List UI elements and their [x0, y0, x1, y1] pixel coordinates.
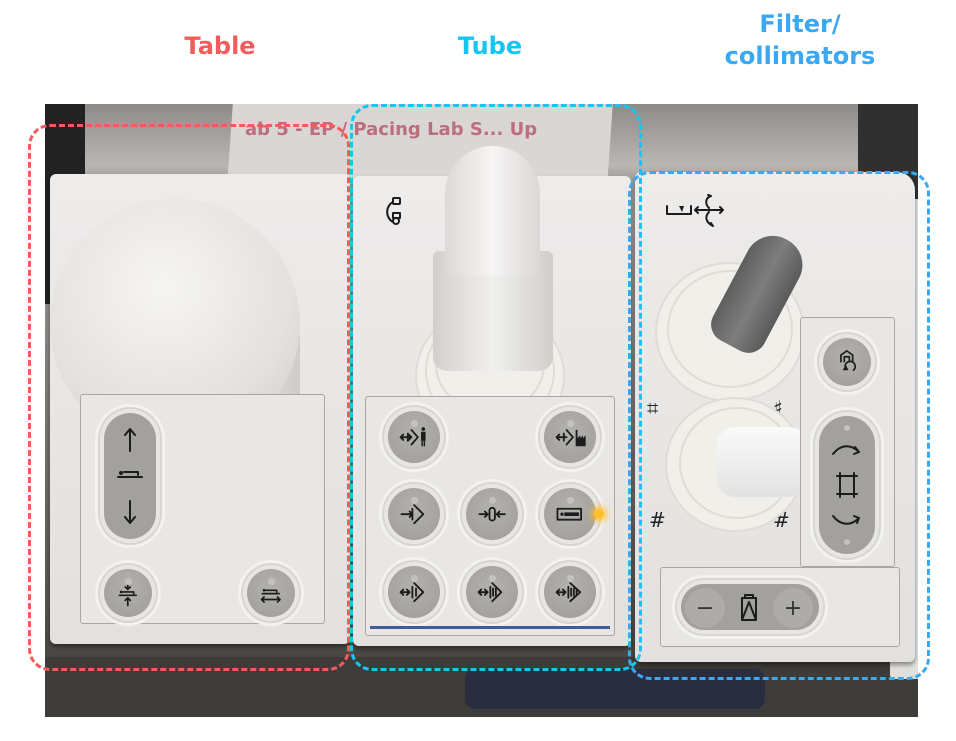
home-reset-icon [840, 350, 857, 372]
arrow-left-right-icon [260, 596, 282, 604]
label-table: Table [184, 32, 256, 60]
label-filter-collimators: Filter/ collimators [724, 10, 876, 70]
floor [45, 657, 918, 717]
move-to-position-button[interactable] [382, 482, 446, 546]
wedge-filter-inset: − + [660, 567, 900, 647]
collimator-square-icon [836, 472, 858, 498]
table-patient-position-button[interactable] [538, 482, 602, 546]
arrow-down-icon [124, 500, 136, 524]
collimator-horizontal-icon: # [649, 508, 666, 532]
c-arm-rotation-icon [381, 194, 409, 231]
home-reset-button[interactable] [817, 332, 877, 392]
tube-control-panel [353, 146, 631, 646]
filter-wedge-move-rotate-icon [665, 192, 745, 235]
table-tilt-button[interactable] [98, 563, 158, 623]
wedge-filter-plus-button[interactable]: + [767, 582, 819, 634]
rotate-counterclockwise-icon [832, 515, 860, 525]
table-control-panel [50, 174, 350, 644]
park-position-factory-button[interactable] [538, 405, 602, 469]
isocenter-button[interactable] [460, 482, 524, 546]
table-longitudinal-button[interactable] [241, 563, 301, 623]
collimator-side-inset [800, 317, 895, 567]
status-led [125, 578, 132, 585]
arrow-up-icon [124, 428, 136, 452]
tube-button-inset [365, 396, 615, 636]
stored-position-3-button[interactable] [538, 560, 602, 624]
stored-position-2-button[interactable] [460, 560, 524, 624]
panel-accent-strip [370, 626, 610, 629]
arrow-up-icon [124, 597, 132, 607]
rotate-clockwise-icon [832, 445, 860, 455]
tube-joystick[interactable] [445, 146, 540, 276]
stored-position-1-button[interactable] [382, 560, 446, 624]
background-sign-text: ab 5 - EP / Pacing Lab S... Up [245, 119, 538, 140]
control-console-photo: ab 5 - EP / Pacing Lab S... Up ⌗ ♯ # # −… [45, 104, 918, 717]
patient-table-icon [261, 589, 281, 595]
patient-table-icon [118, 590, 138, 597]
collimator-open-icon: ⌗ [647, 396, 659, 420]
park-position-patient-button[interactable] [382, 405, 446, 469]
wedge-filter-minus-button[interactable]: − [679, 582, 731, 634]
status-led [268, 578, 275, 585]
label-tube: Tube [457, 32, 523, 60]
background-sign [227, 104, 613, 184]
filter-collimator-panel: ⌗ ♯ # # − + [635, 172, 915, 662]
wedge-filter-icon [739, 592, 759, 622]
table-button-inset [80, 394, 325, 624]
table-height-rocker[interactable] [98, 407, 162, 545]
patient-table-icon [117, 471, 143, 478]
status-led-active [594, 509, 604, 519]
collimator-rotate-rocker[interactable] [813, 410, 881, 560]
